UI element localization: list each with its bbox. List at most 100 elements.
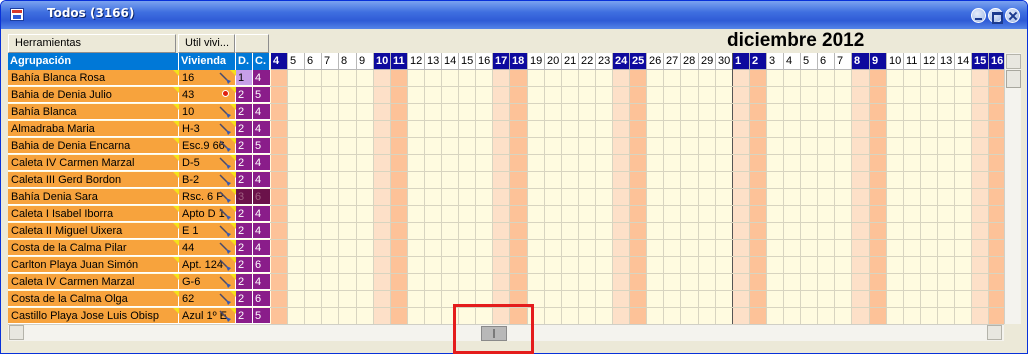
day-header[interactable]: 14 xyxy=(442,53,459,70)
day-header[interactable]: 25 xyxy=(630,53,647,70)
day-header[interactable]: 30 xyxy=(716,53,733,70)
booking-grid[interactable]: Agrupación Vivienda D. C. 4 5 6 7 8 9 10 11 12 13… xyxy=(8,53,1004,324)
day-header[interactable]: 18 xyxy=(510,53,528,70)
d-cell[interactable]: 2 xyxy=(236,121,253,137)
day-header[interactable]: 8 xyxy=(852,53,870,70)
day-header[interactable]: 3 xyxy=(767,53,784,70)
header-c[interactable]: C. xyxy=(253,53,270,70)
d-cell[interactable]: 2 xyxy=(236,308,253,324)
agrupacion-cell[interactable]: Caleta IV Carmen Marzal xyxy=(8,274,179,290)
brush-icon[interactable] xyxy=(218,71,232,85)
red-dot-icon[interactable] xyxy=(222,90,229,97)
c-cell[interactable]: 4 xyxy=(253,155,270,171)
d-cell[interactable]: 2 xyxy=(236,138,253,154)
c-cell[interactable]: 6 xyxy=(253,257,270,273)
brush-icon[interactable] xyxy=(218,207,232,221)
c-cell[interactable]: 6 xyxy=(253,189,270,205)
day-header[interactable]: 15 xyxy=(972,53,989,70)
d-cell[interactable]: 2 xyxy=(236,172,253,188)
day-header[interactable]: 9 xyxy=(870,53,887,70)
agrupacion-cell[interactable]: Caleta IV Carmen Marzal xyxy=(8,155,179,171)
day-header[interactable]: 7 xyxy=(835,53,852,70)
day-header[interactable]: 8 xyxy=(339,53,357,70)
day-header[interactable]: 13 xyxy=(425,53,442,70)
c-cell[interactable]: 4 xyxy=(253,274,270,290)
day-header[interactable]: 20 xyxy=(545,53,562,70)
agrupacion-cell[interactable]: Bahia de Denia Encarna xyxy=(8,138,179,154)
c-cell[interactable]: 4 xyxy=(253,206,270,222)
day-header[interactable]: 4 xyxy=(784,53,801,70)
d-cell[interactable]: 2 xyxy=(236,206,253,222)
brush-icon[interactable] xyxy=(218,105,232,119)
herramientas-button[interactable]: Herramientas xyxy=(8,34,176,53)
day-header[interactable]: 11 xyxy=(391,53,408,70)
brush-icon[interactable] xyxy=(218,156,232,170)
agrupacion-cell[interactable]: Caleta III Gerd Bordon xyxy=(8,172,179,188)
c-cell[interactable]: 4 xyxy=(253,240,270,256)
day-header[interactable]: 13 xyxy=(938,53,955,70)
brush-icon[interactable] xyxy=(218,275,232,289)
brush-icon[interactable] xyxy=(218,241,232,255)
day-header[interactable]: 6 xyxy=(305,53,322,70)
app-icon[interactable] xyxy=(10,8,24,21)
day-header[interactable]: 21 xyxy=(562,53,579,70)
day-header[interactable]: 1 xyxy=(733,53,750,70)
day-header[interactable]: 27 xyxy=(664,53,681,70)
d-cell[interactable]: 2 xyxy=(236,87,253,103)
day-header[interactable]: 14 xyxy=(955,53,972,70)
day-header[interactable]: 12 xyxy=(408,53,425,70)
day-header[interactable]: 5 xyxy=(801,53,818,70)
header-d[interactable]: D. xyxy=(236,53,253,70)
d-cell[interactable]: 2 xyxy=(236,223,253,239)
vertical-scrollbar[interactable] xyxy=(1004,53,1021,324)
agrupacion-cell[interactable]: Bahia de Denia Julio xyxy=(8,87,179,103)
day-header[interactable]: 6 xyxy=(818,53,835,70)
brush-icon[interactable] xyxy=(218,190,232,204)
agrupacion-cell[interactable]: Costa de la Calma Olga xyxy=(8,291,179,307)
c-cell[interactable]: 5 xyxy=(253,87,270,103)
brush-icon[interactable] xyxy=(218,309,232,323)
day-header[interactable]: 16 xyxy=(989,53,1004,70)
title-bar[interactable]: Todos (3166) xyxy=(1,1,1027,29)
agrupacion-cell[interactable]: Bahía Blanca Rosa xyxy=(8,70,179,86)
brush-icon[interactable] xyxy=(218,258,232,272)
c-cell[interactable]: 4 xyxy=(253,172,270,188)
d-cell[interactable]: 2 xyxy=(236,274,253,290)
c-cell[interactable]: 5 xyxy=(253,138,270,154)
c-cell[interactable]: 4 xyxy=(253,70,270,86)
d-cell[interactable]: 2 xyxy=(236,291,253,307)
c-cell[interactable]: 4 xyxy=(253,104,270,120)
scroll-up-button[interactable] xyxy=(1006,54,1021,69)
day-header[interactable]: 17 xyxy=(493,53,510,70)
brush-icon[interactable] xyxy=(218,139,232,153)
agrupacion-cell[interactable]: Bahía Denia Sara xyxy=(8,189,179,205)
day-header[interactable]: 4 xyxy=(271,53,288,70)
agrupacion-cell[interactable]: Carlton Playa Juan Simón xyxy=(8,257,179,273)
close-button[interactable] xyxy=(1005,8,1020,23)
day-header[interactable]: 10 xyxy=(887,53,904,70)
d-cell[interactable]: 1 xyxy=(236,70,253,86)
minimize-button[interactable] xyxy=(971,8,986,23)
day-header[interactable]: 11 xyxy=(904,53,921,70)
day-header[interactable]: 28 xyxy=(681,53,699,70)
agrupacion-cell[interactable]: Caleta II Miguel Uixera xyxy=(8,223,179,239)
d-cell[interactable]: 3 xyxy=(236,189,253,205)
day-header[interactable]: 2 xyxy=(750,53,767,70)
brush-icon[interactable] xyxy=(218,122,232,136)
agrupacion-cell[interactable]: Caleta I Isabel Iborra xyxy=(8,206,179,222)
c-cell[interactable]: 4 xyxy=(253,121,270,137)
day-header[interactable]: 10 xyxy=(374,53,391,70)
day-header[interactable]: 16 xyxy=(476,53,493,70)
header-vivienda[interactable]: Vivienda xyxy=(179,53,236,70)
day-header[interactable]: 15 xyxy=(459,53,476,70)
resize-grip[interactable] xyxy=(1004,324,1021,341)
day-header[interactable]: 19 xyxy=(528,53,545,70)
day-header[interactable]: 7 xyxy=(322,53,339,70)
d-cell[interactable]: 2 xyxy=(236,155,253,171)
agrupacion-cell[interactable]: Bahía Blanca xyxy=(8,104,179,120)
c-cell[interactable]: 5 xyxy=(253,308,270,324)
vertical-scroll-thumb[interactable] xyxy=(1006,70,1021,88)
agrupacion-cell[interactable]: Costa de la Calma Pilar xyxy=(8,240,179,256)
maximize-button[interactable] xyxy=(988,8,1003,24)
brush-icon[interactable] xyxy=(218,224,232,238)
